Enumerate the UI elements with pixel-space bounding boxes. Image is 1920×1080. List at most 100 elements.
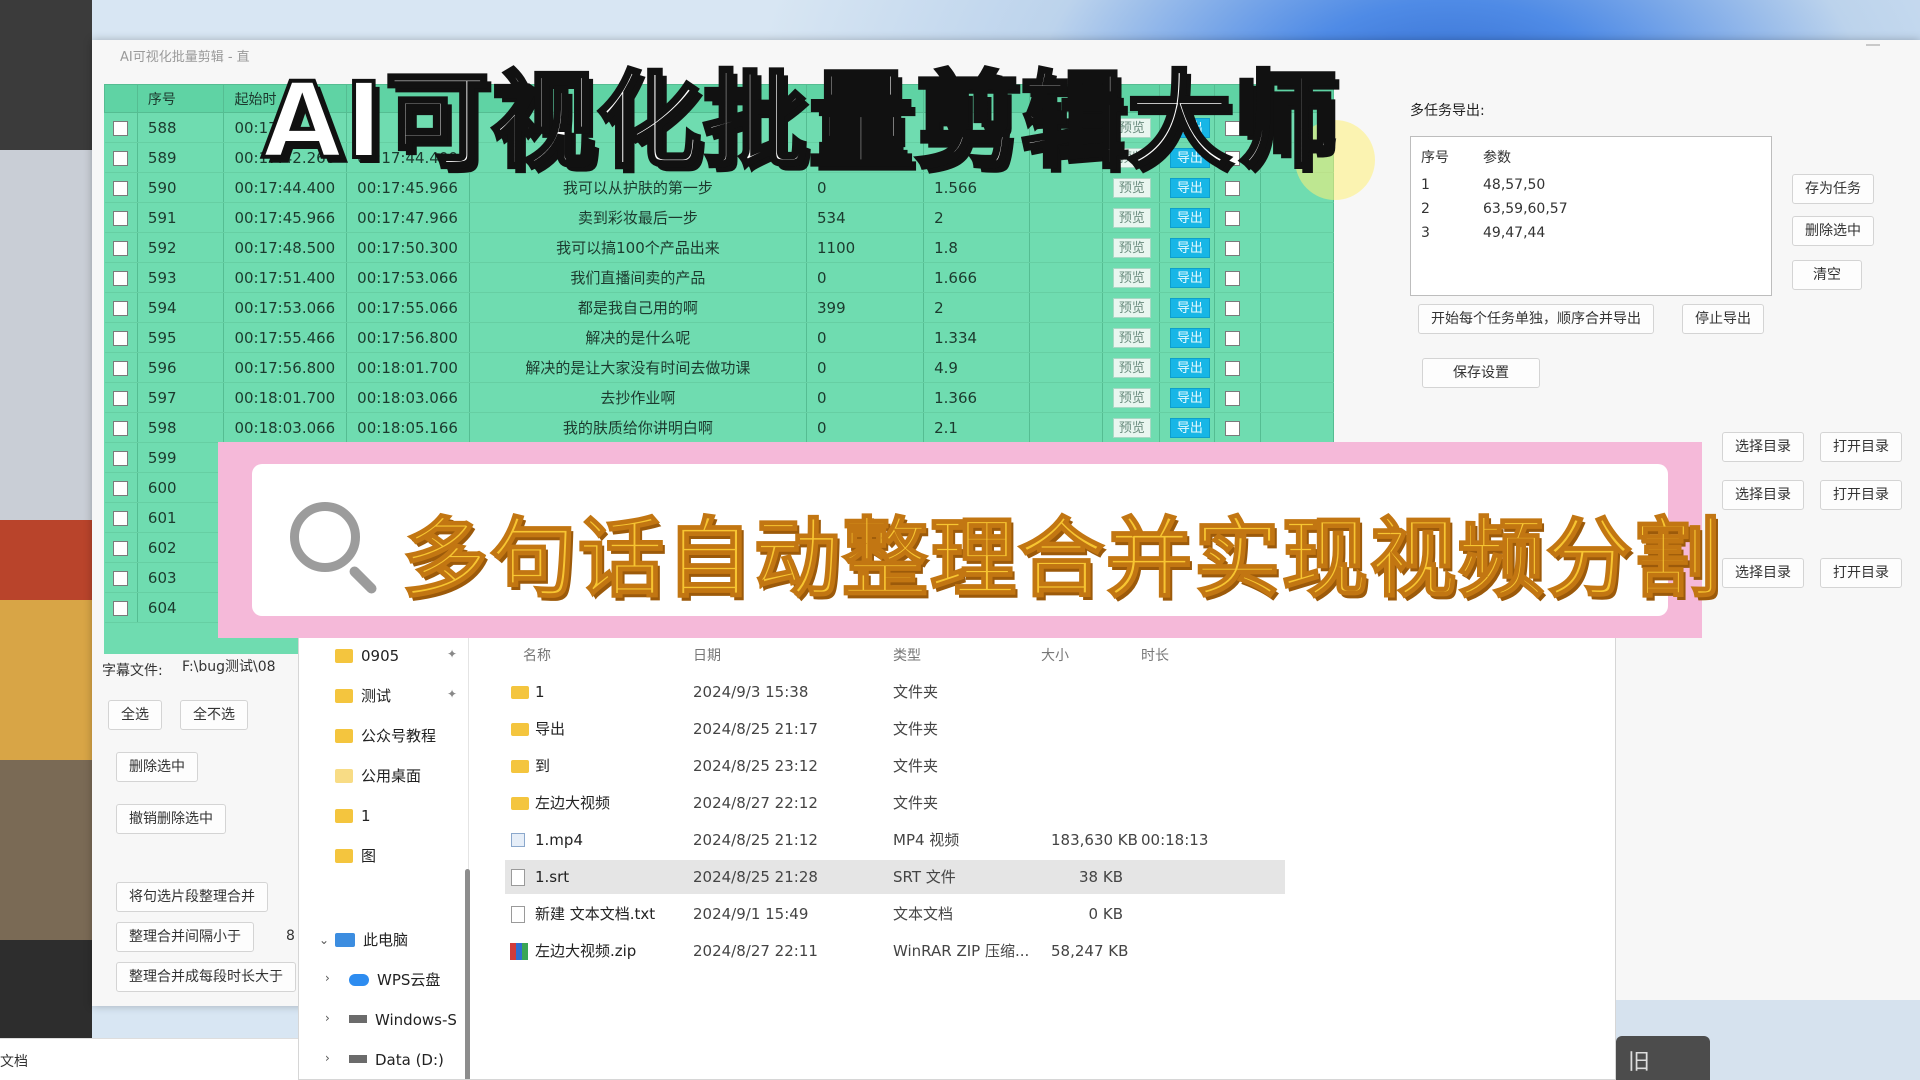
minimize-icon[interactable]: [1866, 44, 1880, 46]
clear-tasks-button[interactable]: 清空: [1792, 260, 1862, 290]
preview-button[interactable]: 预览: [1112, 417, 1151, 438]
export-button[interactable]: 导出: [1169, 207, 1210, 228]
undo-delete-button[interactable]: 撤销删除选中: [116, 804, 226, 834]
stop-export-button[interactable]: 停止导出: [1682, 304, 1764, 334]
select-all-button[interactable]: 全选: [108, 700, 162, 730]
open-dir-button-3[interactable]: 打开目录: [1820, 558, 1902, 588]
export-button[interactable]: 导出: [1169, 327, 1210, 348]
nav-scrollbar[interactable]: [465, 869, 470, 1079]
row-export-checkbox[interactable]: [1225, 210, 1241, 226]
preview-button[interactable]: 预览: [1112, 387, 1151, 408]
merge-segments-button[interactable]: 将句选片段整理合并: [116, 882, 268, 912]
row-export-checkbox[interactable]: [1225, 240, 1241, 256]
nav-item-wps-cloud[interactable]: WPS云盘: [349, 967, 440, 993]
preview-button[interactable]: 预览: [1112, 327, 1151, 348]
nav-item-public-desktop[interactable]: 公用桌面: [335, 763, 421, 789]
export-button[interactable]: 导出: [1169, 297, 1210, 318]
file-row[interactable]: 导出 2024/8/25 21:17 文件夹: [505, 712, 1285, 746]
row-export-checkbox[interactable]: [1225, 330, 1241, 346]
task-row[interactable]: 1 48,57,50: [1421, 177, 1751, 199]
delete-task-button[interactable]: 删除选中: [1792, 216, 1874, 246]
merge-gap-button[interactable]: 整理合并间隔小于: [116, 922, 254, 952]
task-list[interactable]: 序号 参数 1 48,57,50 2 63,59,60,57 3 49,47,44: [1410, 136, 1772, 296]
open-dir-button-1[interactable]: 打开目录: [1820, 432, 1902, 462]
row-checkbox[interactable]: [112, 600, 128, 616]
chevron-right-icon[interactable]: ›: [325, 1011, 330, 1025]
chevron-down-icon[interactable]: ⌄: [319, 933, 329, 947]
file-row[interactable]: 1.srt 2024/8/25 21:28 SRT 文件 38 KB: [505, 860, 1285, 894]
row-checkbox[interactable]: [112, 180, 128, 196]
save-task-button[interactable]: 存为任务: [1792, 174, 1874, 204]
file-row[interactable]: 1 2024/9/3 15:38 文件夹: [505, 675, 1285, 709]
nav-item-this-pc[interactable]: 此电脑: [335, 927, 408, 953]
file-row[interactable]: 到 2024/8/25 23:12 文件夹: [505, 749, 1285, 783]
chevron-right-icon[interactable]: ›: [325, 1051, 330, 1065]
file-row[interactable]: 1.mp4 2024/8/25 21:12 MP4 视频 183,630 KB 00:1…: [505, 823, 1285, 857]
file-row[interactable]: 新建 文本文档.txt 2024/9/1 15:49 文本文档 0 KB: [505, 897, 1285, 931]
row-export-checkbox[interactable]: [1225, 300, 1241, 316]
choose-dir-button-2[interactable]: 选择目录: [1722, 480, 1804, 510]
row-checkbox[interactable]: [112, 450, 128, 466]
export-button[interactable]: 导出: [1169, 237, 1210, 258]
export-button[interactable]: 导出: [1169, 357, 1210, 378]
export-button[interactable]: 导出: [1169, 387, 1210, 408]
table-row[interactable]: 596 00:17:56.800 00:18:01.700 解决的是让大家没有时间去做…: [104, 352, 1334, 383]
row-export-checkbox[interactable]: [1225, 360, 1241, 376]
preview-button[interactable]: 预览: [1112, 207, 1151, 228]
select-none-button[interactable]: 全不选: [180, 700, 248, 730]
file-row[interactable]: 左边大视频.zip 2024/8/27 22:11 WinRAR ZIP 压缩...…: [505, 934, 1285, 968]
table-row[interactable]: 597 00:18:01.700 00:18:03.066 去抄作业啊 0 1.366 预览…: [104, 382, 1334, 413]
row-checkbox[interactable]: [112, 540, 128, 556]
table-row[interactable]: 598 00:18:03.066 00:18:05.166 我的肤质给你讲明白啊 0 2.…: [104, 412, 1334, 443]
open-dir-button-2[interactable]: 打开目录: [1820, 480, 1902, 510]
row-export-checkbox[interactable]: [1225, 270, 1241, 286]
delete-selected-button[interactable]: 删除选中: [116, 752, 198, 782]
row-checkbox[interactable]: [112, 480, 128, 496]
preview-button[interactable]: 预览: [1112, 357, 1151, 378]
row-checkbox[interactable]: [112, 330, 128, 346]
task-row[interactable]: 2 63,59,60,57: [1421, 201, 1751, 223]
table-row[interactable]: 594 00:17:53.066 00:17:55.066 都是我自己用的啊 399 2 预…: [104, 292, 1334, 323]
col-duration[interactable]: 时长: [1141, 645, 1169, 665]
table-row[interactable]: 593 00:17:51.400 00:17:53.066 我们直播间卖的产品 0 1.6…: [104, 262, 1334, 293]
nav-item-data-drive[interactable]: Data (D:): [349, 1047, 444, 1073]
table-row[interactable]: 591 00:17:45.966 00:17:47.966 卖到彩妆最后一步 534 2 预…: [104, 202, 1334, 233]
preview-button[interactable]: 预览: [1112, 237, 1151, 258]
file-row[interactable]: 左边大视频 2024/8/27 22:12 文件夹: [505, 786, 1285, 820]
row-checkbox[interactable]: [112, 390, 128, 406]
row-checkbox[interactable]: [112, 270, 128, 286]
row-checkbox[interactable]: [112, 150, 128, 166]
row-checkbox[interactable]: [112, 240, 128, 256]
row-checkbox[interactable]: [112, 210, 128, 226]
col-date[interactable]: 日期: [693, 645, 721, 665]
save-settings-button[interactable]: 保存设置: [1422, 358, 1540, 388]
nav-item-tutorial[interactable]: 公众号教程: [335, 723, 436, 749]
preview-button[interactable]: 预览: [1112, 267, 1151, 288]
task-row[interactable]: 3 49,47,44: [1421, 225, 1751, 247]
merge-min-length-button[interactable]: 整理合并成每段时长大于: [116, 962, 296, 992]
row-checkbox[interactable]: [112, 120, 128, 136]
choose-dir-button-1[interactable]: 选择目录: [1722, 432, 1804, 462]
table-row[interactable]: 592 00:17:48.500 00:17:50.300 我可以搞100个产品出来 1…: [104, 232, 1334, 263]
row-checkbox[interactable]: [112, 360, 128, 376]
export-button[interactable]: 导出: [1169, 417, 1210, 438]
row-export-checkbox[interactable]: [1225, 390, 1241, 406]
subtitle-file-path[interactable]: F:\bug测试\082: [176, 654, 276, 682]
export-button[interactable]: 导出: [1169, 267, 1210, 288]
choose-dir-button-3[interactable]: 选择目录: [1722, 558, 1804, 588]
row-checkbox[interactable]: [112, 300, 128, 316]
row-checkbox[interactable]: [112, 570, 128, 586]
row-checkbox[interactable]: [112, 510, 128, 526]
col-name[interactable]: 名称: [523, 645, 551, 665]
chevron-right-icon[interactable]: ›: [325, 971, 330, 985]
row-checkbox[interactable]: [112, 420, 128, 436]
nav-item-0905[interactable]: 0905: [335, 643, 399, 669]
nav-item-test[interactable]: 测试: [335, 683, 391, 709]
row-export-checkbox[interactable]: [1225, 420, 1241, 436]
nav-item-windows-drive[interactable]: Windows-S: [349, 1007, 457, 1033]
col-type[interactable]: 类型: [893, 645, 921, 665]
nav-item-image[interactable]: 图: [335, 843, 376, 869]
col-size[interactable]: 大小: [1041, 645, 1069, 665]
table-row[interactable]: 595 00:17:55.466 00:17:56.800 解决的是什么呢 0 1.334…: [104, 322, 1334, 353]
preview-button[interactable]: 预览: [1112, 297, 1151, 318]
